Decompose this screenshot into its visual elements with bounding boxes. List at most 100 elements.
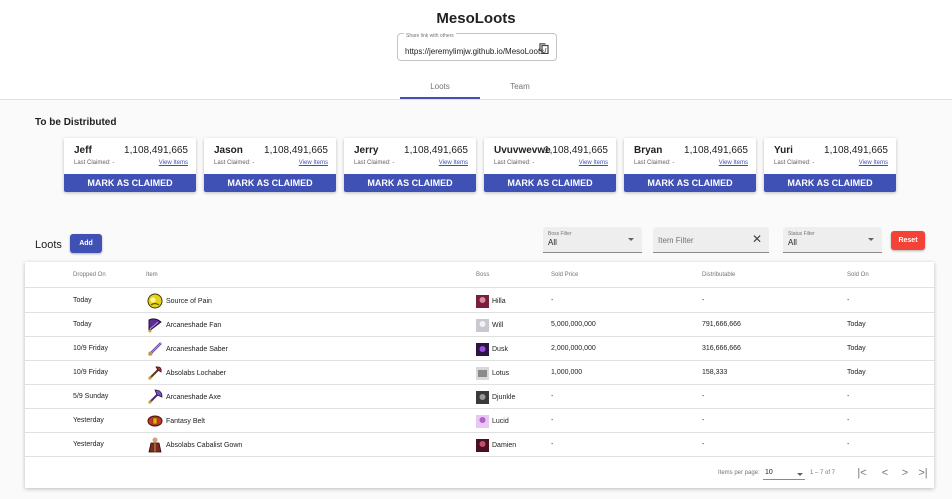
mark-as-claimed-button[interactable]: MARK AS CLAIMED [764, 174, 896, 192]
dropdown-arrow-icon [628, 238, 634, 241]
page-size-select[interactable]: 10 [763, 468, 805, 480]
mark-as-claimed-button[interactable]: MARK AS CLAIMED [344, 174, 476, 192]
status-filter-select[interactable]: Status Filter All [783, 227, 882, 253]
table-row[interactable]: Today Arcaneshade Fan Will 5,000,000,000… [25, 313, 934, 337]
member-amount: 1,108,491,665 [264, 145, 328, 156]
table-row[interactable]: Yesterday Absolabs Cabalist Gown Damien … [25, 433, 934, 457]
dropdown-arrow-icon [868, 238, 874, 241]
sold-on: Today [847, 321, 866, 328]
boss-cell: Lotus [476, 366, 509, 380]
item-cell: Source of Pain [146, 292, 212, 310]
item-cell: Fantasy Belt [146, 412, 205, 430]
col-item[interactable]: Item [146, 272, 158, 278]
boss-filter-label: Boss Filter [548, 231, 572, 237]
share-link-url[interactable]: https://jeremylimjw.github.io/MesoLoots/ [405, 47, 546, 56]
share-link-field[interactable]: Share link with others https://jeremylim… [397, 33, 557, 61]
boss-avatar-icon [476, 294, 489, 308]
status-filter-value: All [788, 238, 797, 247]
table-row[interactable]: 5/9 Sunday Arcaneshade Axe Djunkle - - - [25, 385, 934, 409]
view-items-link[interactable]: View Items [299, 160, 328, 166]
loots-table: Dropped On Item Boss Sold Price Distribu… [25, 262, 934, 488]
member-card: Jason 1,108,491,665 Last Claimed: - View… [204, 138, 336, 192]
member-card: Uvuvwevwe 1,108,491,665 Last Claimed: - … [484, 138, 616, 192]
boss-name: Hilla [492, 297, 506, 305]
boss-filter-select[interactable]: Boss Filter All [543, 227, 642, 253]
distributable: 158,333 [702, 369, 728, 376]
item-filter-input[interactable]: Item Filter ✕ [653, 227, 769, 253]
last-claimed: Last Claimed: - [214, 160, 255, 166]
mark-as-claimed-button[interactable]: MARK AS CLAIMED [64, 174, 196, 192]
add-loot-button[interactable]: Add [70, 234, 102, 253]
dropped-on: 10/9 Friday [73, 345, 109, 352]
col-sold-price[interactable]: Sold Price [551, 272, 578, 278]
sold-on: Today [847, 345, 866, 352]
copy-icon[interactable] [539, 43, 549, 54]
item-name: Arcaneshade Saber [166, 345, 228, 353]
purple-fan-icon [148, 318, 162, 333]
mark-as-claimed-button[interactable]: MARK AS CLAIMED [484, 174, 616, 192]
member-amount: 1,108,491,665 [684, 145, 748, 156]
col-sold-on[interactable]: Sold On [847, 272, 869, 278]
member-amount: 1,108,491,665 [824, 145, 888, 156]
boss-filter-value: All [548, 238, 557, 247]
sold-on: - [847, 441, 850, 448]
share-link-label: Share link with others [404, 33, 456, 39]
dropped-on: Yesterday [73, 417, 104, 424]
last-claimed: Last Claimed: - [494, 160, 535, 166]
boss-name: Will [492, 321, 504, 329]
table-row[interactable]: Yesterday Fantasy Belt Lucid - - - [25, 409, 934, 433]
item-name: Absolabs Lochaber [166, 369, 226, 377]
boss-avatar-icon [476, 414, 489, 428]
sold-on: - [847, 393, 850, 400]
last-claimed: Last Claimed: - [634, 160, 675, 166]
item-cell: Arcaneshade Saber [146, 340, 228, 358]
distributable: - [702, 393, 705, 400]
dropped-on: Today [73, 321, 92, 328]
tab-team[interactable]: Team [480, 77, 560, 99]
sold-price: 5,000,000,000 [551, 321, 596, 328]
header: MesoLoots Share link with others https:/… [0, 0, 952, 100]
table-row[interactable]: 10/9 Friday Arcaneshade Saber Dusk 2,000… [25, 337, 934, 361]
dropdown-arrow-icon [797, 473, 803, 476]
table-row[interactable]: 10/9 Friday Absolabs Lochaber Lotus 1,00… [25, 361, 934, 385]
member-name: Jeff [74, 145, 92, 156]
reset-button[interactable]: Reset [891, 231, 925, 250]
view-items-link[interactable]: View Items [859, 160, 888, 166]
item-filter-placeholder: Item Filter [658, 236, 694, 245]
last-claimed: Last Claimed: - [74, 160, 115, 166]
page-range: 1 – 7 of 7 [810, 470, 836, 476]
col-boss[interactable]: Boss [476, 272, 489, 278]
clear-icon[interactable]: ✕ [752, 232, 762, 246]
col-distributable[interactable]: Distributable [702, 272, 735, 278]
boss-cell: Damien [476, 438, 516, 452]
boss-avatar-icon [476, 438, 489, 452]
member-amount: 1,108,491,665 [544, 145, 608, 156]
dropped-on: 10/9 Friday [73, 369, 109, 376]
member-name: Yuri [774, 145, 793, 156]
boss-avatar-icon [476, 318, 489, 332]
paginator: Items per page: 10 1 – 7 of 7 |< < > >| [25, 461, 934, 487]
boss-cell: Hilla [476, 294, 506, 308]
tab-loots[interactable]: Loots [400, 77, 480, 99]
mark-as-claimed-button[interactable]: MARK AS CLAIMED [204, 174, 336, 192]
previous-page-icon[interactable]: < [878, 465, 892, 481]
member-name: Bryan [634, 145, 663, 156]
member-name: Jason [214, 145, 243, 156]
view-items-link[interactable]: View Items [159, 160, 188, 166]
mark-as-claimed-button[interactable]: MARK AS CLAIMED [624, 174, 756, 192]
item-name: Source of Pain [166, 297, 212, 305]
first-page-icon[interactable]: |< [855, 465, 869, 481]
boss-cell: Djunkle [476, 390, 515, 404]
col-dropped-on[interactable]: Dropped On [73, 272, 106, 278]
sold-on: Today [847, 369, 866, 376]
axe-icon [148, 389, 163, 404]
table-row[interactable]: Today Source of Pain Hilla - - - [25, 289, 934, 313]
yellow-orb-icon [147, 293, 163, 309]
boss-avatar-icon [476, 342, 489, 356]
next-page-icon[interactable]: > [898, 465, 912, 481]
view-items-link[interactable]: View Items [579, 160, 608, 166]
last-page-icon[interactable]: >| [916, 465, 930, 481]
view-items-link[interactable]: View Items [439, 160, 468, 166]
member-name: Jerry [354, 145, 379, 156]
view-items-link[interactable]: View Items [719, 160, 748, 166]
